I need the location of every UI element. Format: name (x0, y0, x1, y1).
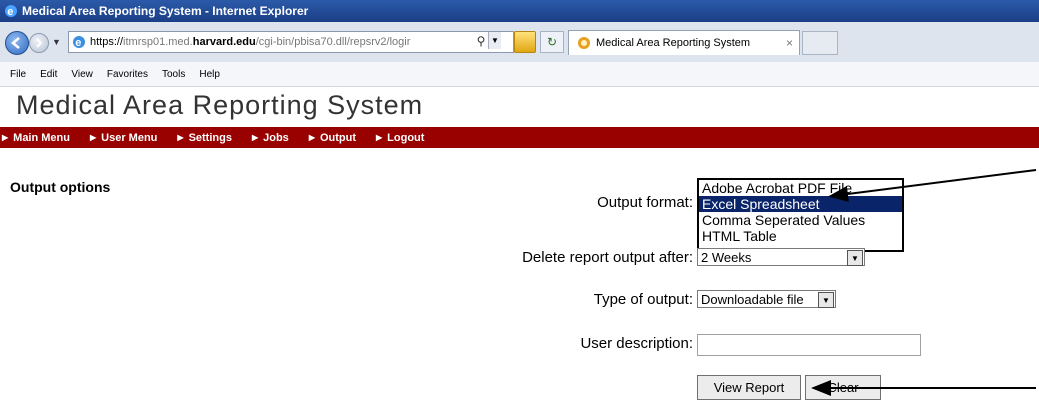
annotation-arrow-format (828, 169, 1037, 202)
annotation-arrows (811, 169, 1037, 396)
